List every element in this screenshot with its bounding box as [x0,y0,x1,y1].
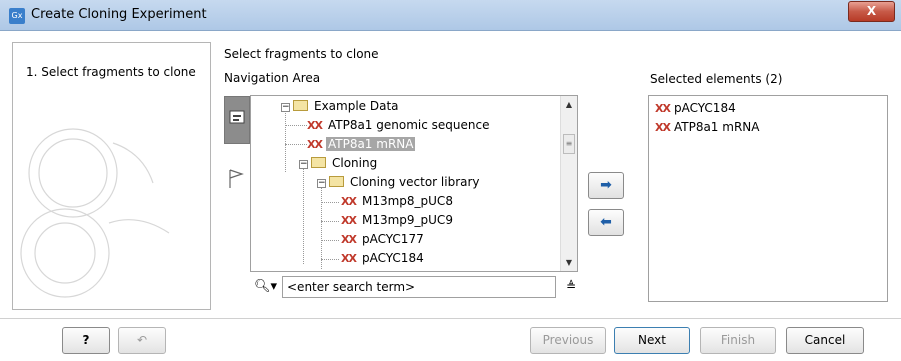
scroll-down-icon[interactable]: ▼ [561,254,577,271]
step-item-select-fragments: 1. Select fragments to clone [26,65,196,79]
tree-item-m13mp9[interactable]: XX M13mp9_pUC9 [341,211,455,230]
sequence-icon: XX [341,195,357,208]
previous-button[interactable]: Previous [530,327,606,354]
folder-tree-icon [229,110,245,124]
sequence-icon: XX [341,252,357,265]
tree-item-cloning-vector-library[interactable]: − Cloning vector library [317,173,482,192]
folder-icon [311,157,326,168]
tree-scrollbar[interactable]: ▲ ≡ ▼ [560,96,577,271]
collapse-icon[interactable]: − [299,160,308,169]
title-bar[interactable]: Gx Create Cloning Experiment X [0,0,901,31]
folder-icon [293,100,308,111]
tree-item-pacyc177[interactable]: XX pACYC177 [341,230,426,249]
finish-button[interactable]: Finish [700,327,776,354]
decorative-watermark-icon [20,128,170,298]
sequence-icon: XX [341,214,357,227]
search-icon[interactable]: 🔍︎▾ [254,279,277,294]
navigation-side-tabs [224,96,250,274]
steps-panel: 1. Select fragments to clone [12,42,211,310]
navigation-area-title: Navigation Area [224,71,321,85]
collapse-icon[interactable]: − [317,179,326,188]
search-input[interactable] [282,276,556,298]
tree-item-pacyc184[interactable]: XX pACYC184 [341,249,426,268]
sequence-icon: XX [341,233,357,246]
add-selection-button[interactable]: ➡ [588,172,624,199]
reset-button[interactable]: ↶ [118,327,166,354]
close-button[interactable]: X [848,1,895,22]
page-title: Select fragments to clone [224,47,379,61]
selected-elements-title: Selected elements (2) [650,72,783,86]
help-button[interactable]: ? [62,327,110,354]
tree-item-example-data[interactable]: − Example Data [281,97,401,116]
remove-selection-button[interactable]: ⬅ [588,209,624,236]
scroll-up-icon[interactable]: ▲ [561,96,577,113]
sequence-icon: XX [307,138,323,151]
window-title: Create Cloning Experiment [31,7,207,22]
selected-item-atp8a1-mrna[interactable]: XX ATP8a1 mRNA [655,118,759,137]
scrollbar-thumb[interactable]: ≡ [563,134,575,154]
tab-navigation[interactable] [224,96,250,144]
footer-separator [0,318,901,319]
collapse-icon[interactable]: − [281,103,290,112]
app-icon: Gx [9,8,25,24]
next-button[interactable]: Next [614,327,690,354]
search-options-icon[interactable]: ≜ [566,279,576,293]
navigation-tree[interactable]: − Example Data XX ATP8a1 genomic sequence … [250,95,578,272]
folder-icon [329,176,344,187]
tab-toolbox[interactable] [224,160,250,208]
sequence-icon: XX [655,121,671,134]
tree-item-m13mp8[interactable]: XX M13mp8_pUC8 [341,192,455,211]
tree-item-atp8a1-mrna[interactable]: XX ATP8a1 mRNA [307,135,416,154]
selected-elements-list[interactable]: XX pACYC184 XX ATP8a1 mRNA [648,95,888,302]
cancel-button[interactable]: Cancel [786,327,864,354]
sequence-icon: XX [655,102,671,115]
flag-icon [229,169,244,188]
search-row: 🔍︎▾ ≜ [252,276,578,300]
tree-item-atp8a1-genomic[interactable]: XX ATP8a1 genomic sequence [307,116,491,135]
tree-item-cloning[interactable]: − Cloning [299,154,379,173]
sequence-icon: XX [307,119,323,132]
selected-item-pacyc184[interactable]: XX pACYC184 [655,99,736,118]
